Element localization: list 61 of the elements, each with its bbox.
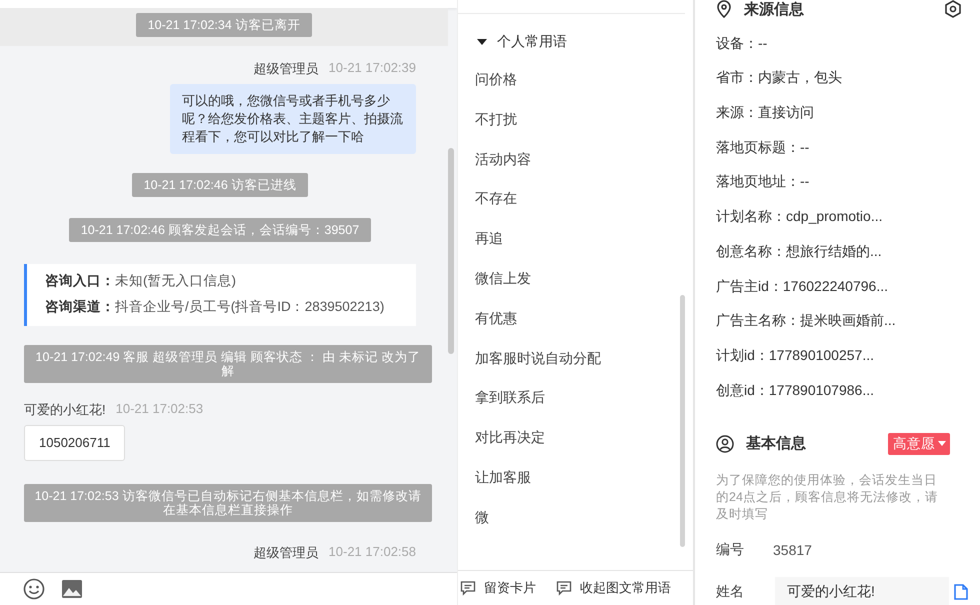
section-title: 来源信息 [744, 0, 804, 18]
caret-icon[interactable] [477, 39, 487, 45]
source-field: 设备：-- [716, 32, 968, 53]
scrollbar[interactable] [680, 295, 685, 547]
source-field: 创意名称：想旅行结婚的... [716, 240, 968, 261]
message-time: 10-21 17:02:39 [328, 60, 416, 77]
system-message: 10-21 17:02:53 访客微信号已自动标记右侧基本信息栏，如需修改请在基本信息栏直接操作 [24, 484, 432, 522]
source-field: 来源：直接访问 [716, 102, 968, 122]
source-field: 创意id：177890107986... [716, 380, 968, 400]
user-icon [716, 434, 734, 453]
source-field: 落地页地址：-- [716, 171, 968, 192]
document-icon[interactable] [954, 584, 968, 600]
sender-name: 超级管理员 [254, 60, 319, 78]
sender-name: 超级管理员 [254, 544, 319, 562]
phrase-item[interactable]: 不打扰 [475, 108, 680, 129]
phrase-item[interactable]: 不存在 [475, 188, 680, 208]
field-value: 35817 [773, 542, 812, 558]
source-field: 计划名称：cdp_promotio... [716, 206, 968, 226]
phrase-item[interactable]: 微 [475, 506, 680, 527]
field-label: 姓名 [716, 582, 745, 601]
scrollbar[interactable] [448, 148, 454, 354]
name-field[interactable]: 可爱的小红花! [775, 576, 949, 605]
info-value: 抖音企业号/员工号(抖音号ID：2839502213) [115, 299, 384, 314]
info-label: 咨询入口： [45, 273, 115, 288]
comment-icon [556, 580, 572, 596]
phrase-item[interactable]: 有优惠 [475, 308, 680, 328]
phrase-item[interactable]: 活动内容 [475, 148, 680, 169]
source-field: 落地页标题：-- [716, 136, 968, 157]
phrase-item[interactable]: 问价格 [475, 69, 680, 89]
location-pin-icon [716, 0, 732, 18]
phrase-item[interactable]: 再追 [475, 228, 680, 248]
source-field: 省市：内蒙古，包头 [716, 67, 968, 88]
settings-icon[interactable] [944, 0, 962, 18]
phrase-item[interactable]: 微信上发 [475, 268, 680, 288]
phrase-item[interactable]: 拿到联系后 [475, 387, 680, 408]
message-bubble: 1050206711 [24, 425, 126, 461]
system-message: 10-21 17:02:46 访客已进线 [132, 173, 308, 197]
source-field: 计划id：177890100257... [716, 344, 968, 365]
comment-icon [460, 580, 476, 596]
phrase-item[interactable]: 让加客服 [475, 466, 680, 487]
system-message: 10-21 17:02:46 顾客发起会话，会话编号：39507 [68, 218, 372, 242]
phrase-item[interactable]: 加客服时说自动分配 [475, 348, 680, 368]
action-button[interactable]: 留资卡片 [460, 579, 536, 597]
info-value: 未知(暂无入口信息) [115, 273, 236, 288]
group-title[interactable]: 个人常用语 [497, 33, 567, 51]
emoji-icon[interactable] [23, 578, 45, 600]
notice-text: 为了保障您的使用体验，会话发生当日的24点之后，顾客信息将无法修改，请及时填写 [716, 472, 939, 523]
image-icon[interactable] [61, 579, 83, 599]
field-label: 编号 [716, 540, 745, 559]
source-field: 广告主id：176022240796... [716, 276, 968, 296]
action-button[interactable]: 收起图文常用语 [556, 579, 671, 597]
info-label: 咨询渠道： [45, 299, 115, 314]
system-message: 10-21 17:02:49 客服 超级管理员 编辑 顾客状态 ： 由 未标记 改为了解 [24, 345, 432, 383]
system-message: 10-21 17:02:34 访客已离开 [136, 13, 312, 37]
source-field: 广告主名称：提米映画婚前... [716, 310, 968, 330]
message-bubble: 可以的哦，您微信号或者手机号多少呢？给您发价格表、主题客片、拍摄流程看下，您可以对比了解一下哈 [170, 84, 416, 154]
section-title: 基本信息 [746, 434, 806, 454]
sender-name: 可爱的小红花! [24, 401, 106, 419]
message-time: 10-21 17:02:53 [116, 401, 204, 418]
message-time: 10-21 17:02:58 [328, 544, 416, 561]
phrase-item[interactable]: 对比再决定 [475, 427, 680, 448]
